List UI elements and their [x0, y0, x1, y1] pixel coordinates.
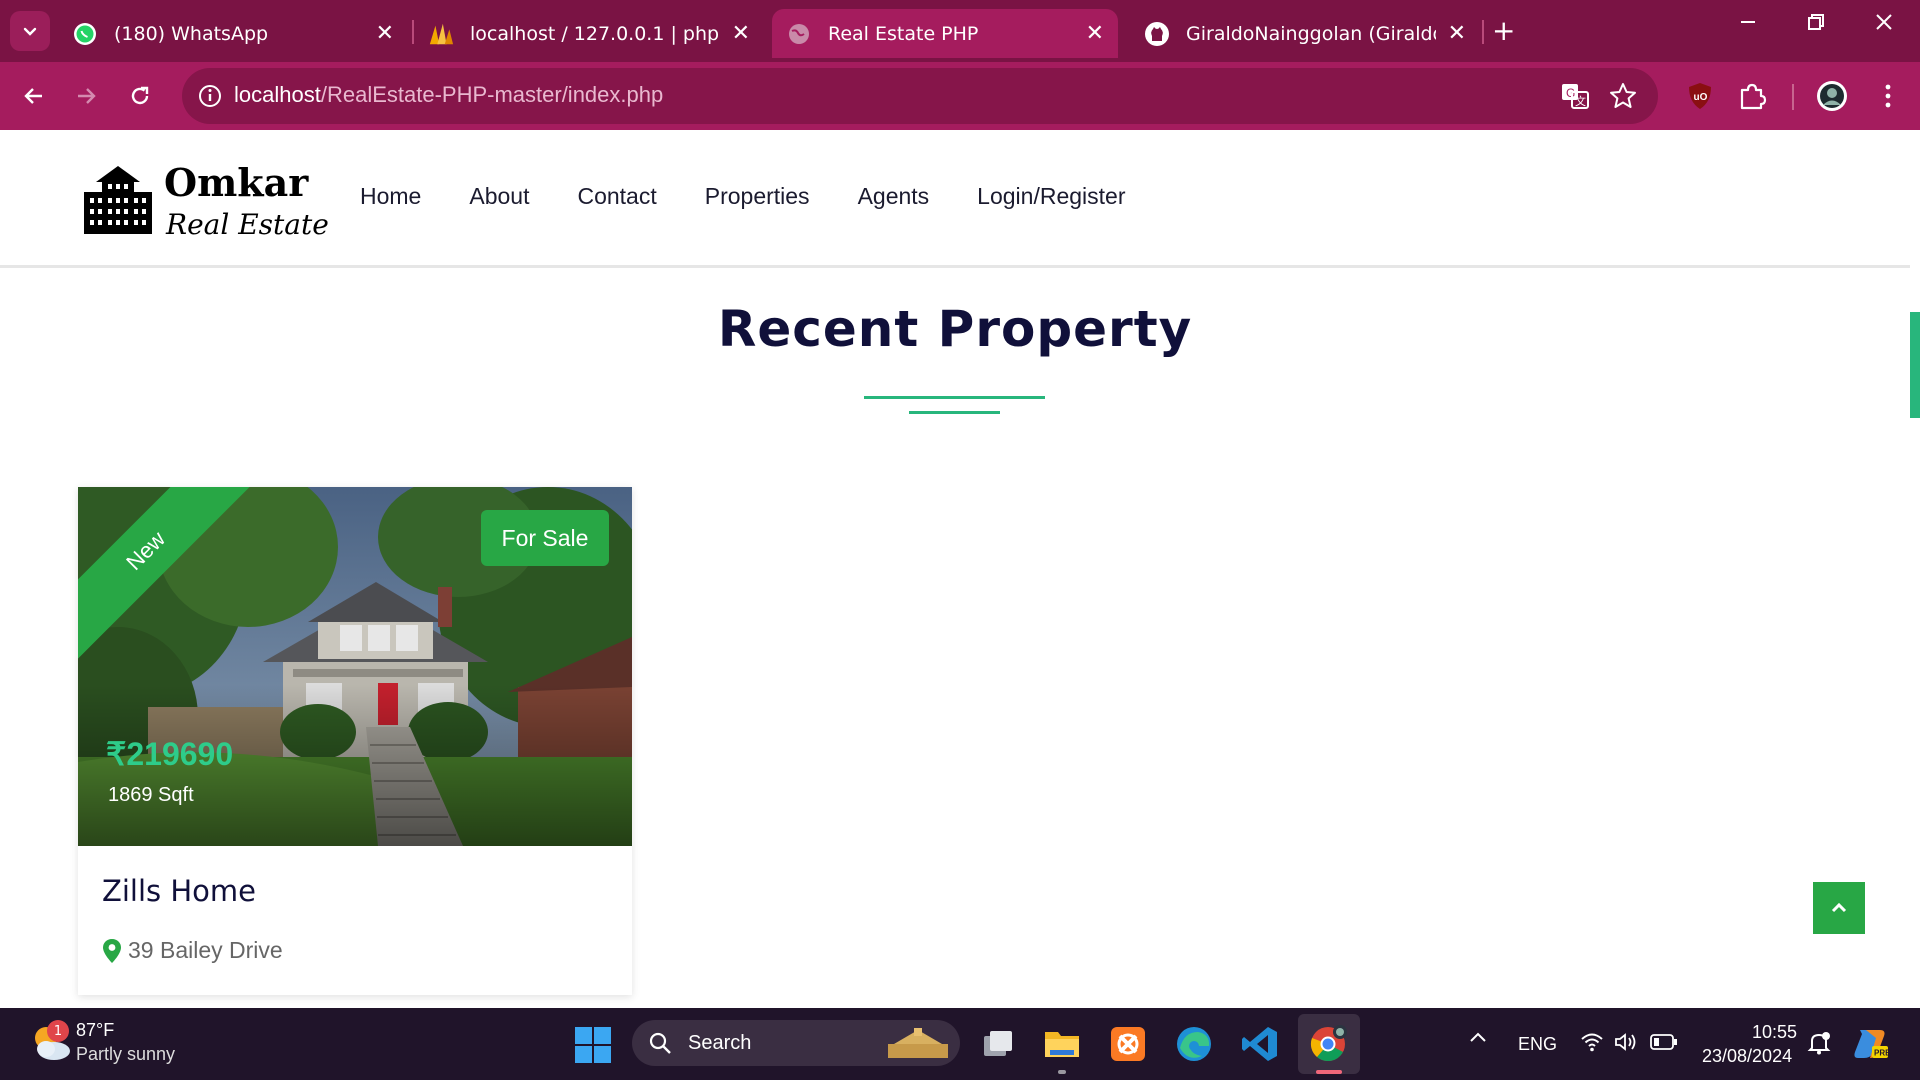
nav-link-agents[interactable]: Agents — [858, 183, 930, 210]
battery-icon[interactable] — [1650, 1033, 1678, 1056]
chevron-down-icon — [23, 27, 37, 36]
close-window-icon[interactable] — [1874, 12, 1894, 38]
chrome-icon[interactable] — [1308, 1024, 1348, 1064]
back-to-top-button[interactable] — [1813, 882, 1865, 934]
tab-title: localhost / 127.0.0.1 | phpMyAdmin — [470, 22, 720, 45]
close-tab-icon[interactable]: ✕ — [1448, 21, 1466, 46]
vscode-icon[interactable] — [1240, 1024, 1280, 1064]
show-hidden-icons-chevron[interactable] — [1468, 1028, 1488, 1054]
edge-browser-icon[interactable] — [1174, 1024, 1214, 1064]
weather-description[interactable]: Partly sunny — [76, 1044, 175, 1065]
clock-date[interactable]: 23/08/2024 — [1702, 1046, 1792, 1067]
title-underline — [864, 396, 1045, 399]
search-highlight-icon — [884, 1028, 952, 1060]
xampp-icon[interactable] — [1108, 1024, 1148, 1064]
active-app-indicator — [1316, 1070, 1342, 1074]
copilot-icon[interactable]: PRE — [1852, 1026, 1891, 1065]
windows-start-icon[interactable] — [574, 1026, 612, 1064]
toolbar-divider — [1792, 84, 1794, 110]
map-pin-icon — [102, 938, 122, 964]
logo-tagline[interactable]: Real Estate — [166, 208, 329, 241]
tab-title: Real Estate PHP — [828, 22, 979, 45]
weather-temperature[interactable]: 87°F — [76, 1020, 114, 1041]
url-text[interactable]: localhost/RealEstate-PHP-master/index.ph… — [234, 82, 663, 108]
browser-tab-bar: (180) WhatsApp ✕ localhost / 127.0.0.1 |… — [0, 0, 1920, 62]
taskbar: 1 87°F Partly sunny Search ENG 10:55 23/… — [0, 1008, 1920, 1080]
property-address: 39 Bailey Drive — [102, 937, 283, 964]
file-explorer-icon[interactable] — [1042, 1024, 1082, 1064]
clock-time[interactable]: 10:55 — [1752, 1022, 1797, 1043]
property-image[interactable]: New For Sale ₹219690 1869 Sqft — [78, 487, 632, 846]
nav-link-home[interactable]: Home — [360, 183, 421, 210]
tab-github[interactable]: GiraldoNainggolan (GiraldoNainggolan) ✕ — [1130, 9, 1480, 58]
notifications-bell-icon[interactable] — [1806, 1030, 1832, 1061]
bookmark-star-icon[interactable] — [1608, 81, 1638, 111]
extensions-puzzle-icon[interactable] — [1736, 80, 1768, 112]
search-label: Search — [688, 1032, 752, 1054]
tab-whatsapp[interactable]: (180) WhatsApp ✕ — [58, 9, 408, 58]
profile-avatar[interactable] — [1816, 80, 1848, 112]
property-title[interactable]: Zills Home — [102, 874, 256, 908]
title-underline-short — [909, 411, 1000, 414]
wifi-icon[interactable] — [1580, 1032, 1604, 1057]
browser-toolbar: localhost/RealEstate-PHP-master/index.ph… — [0, 62, 1920, 130]
running-indicator — [1058, 1070, 1066, 1074]
url-path: /RealEstate-PHP-master/index.php — [320, 82, 664, 107]
tab-divider — [1482, 20, 1484, 44]
close-tab-icon[interactable]: ✕ — [1086, 21, 1104, 46]
chevron-up-icon — [1831, 902, 1847, 913]
main-nav: Home About Contact Properties Agents Log… — [360, 183, 1173, 210]
site-info-icon[interactable] — [196, 82, 224, 110]
volume-icon[interactable] — [1614, 1032, 1638, 1057]
minimize-icon[interactable] — [1738, 12, 1758, 38]
svg-text:文: 文 — [1575, 94, 1586, 108]
phpmyadmin-icon — [428, 21, 454, 47]
translate-icon[interactable]: G文 — [1560, 81, 1590, 111]
url-host: localhost — [234, 82, 321, 107]
tab-title: GiraldoNainggolan (GiraldoNainggolan) — [1186, 22, 1436, 45]
restore-icon[interactable] — [1806, 12, 1826, 38]
section-title: Recent Property — [717, 300, 1193, 358]
language-indicator[interactable]: ENG — [1518, 1034, 1557, 1055]
scrollbar-thumb[interactable] — [1910, 312, 1920, 418]
search-icon — [648, 1031, 672, 1055]
logo-name[interactable]: Omkar — [164, 160, 308, 205]
whatsapp-icon — [72, 21, 98, 47]
building-logo-icon[interactable] — [82, 164, 154, 234]
forward-arrow-icon[interactable] — [68, 78, 104, 114]
close-tab-icon[interactable]: ✕ — [376, 21, 394, 46]
svg-text:uO: uO — [1694, 92, 1708, 103]
kebab-menu-icon[interactable] — [1872, 80, 1904, 112]
tab-title: (180) WhatsApp — [114, 22, 269, 45]
property-area: 1869 Sqft — [108, 784, 194, 806]
for-sale-badge: For Sale — [481, 510, 609, 566]
tab-phpmyadmin[interactable]: localhost / 127.0.0.1 | phpMyAdmin ✕ — [414, 9, 764, 58]
back-arrow-icon[interactable] — [16, 78, 52, 114]
close-tab-icon[interactable]: ✕ — [732, 21, 750, 46]
address-text: 39 Bailey Drive — [128, 937, 283, 963]
ublock-extension-icon[interactable]: uO — [1684, 80, 1716, 112]
nav-link-about[interactable]: About — [469, 183, 529, 210]
property-card[interactable]: New For Sale ₹219690 1869 Sqft Zills Hom… — [78, 487, 632, 995]
property-price: ₹219690 — [106, 736, 234, 772]
address-bar[interactable]: localhost/RealEstate-PHP-master/index.ph… — [182, 68, 1658, 124]
site-header: Omkar Real Estate Home About Contact Pro… — [0, 130, 1910, 268]
tab-real-estate[interactable]: Real Estate PHP ✕ — [772, 9, 1118, 58]
task-view-icon[interactable] — [978, 1024, 1018, 1064]
github-icon — [1144, 21, 1170, 47]
notification-badge: 1 — [47, 1020, 69, 1042]
globe-icon — [786, 21, 812, 47]
new-tab-button[interactable]: + — [1492, 14, 1515, 47]
tab-search-button[interactable] — [10, 11, 50, 51]
reload-icon[interactable] — [122, 78, 158, 114]
nav-link-properties[interactable]: Properties — [705, 183, 810, 210]
svg-text:PRE: PRE — [1874, 1049, 1888, 1058]
taskbar-search[interactable]: Search — [632, 1020, 960, 1066]
nav-link-contact[interactable]: Contact — [577, 183, 656, 210]
nav-link-login-register[interactable]: Login/Register — [977, 183, 1125, 210]
